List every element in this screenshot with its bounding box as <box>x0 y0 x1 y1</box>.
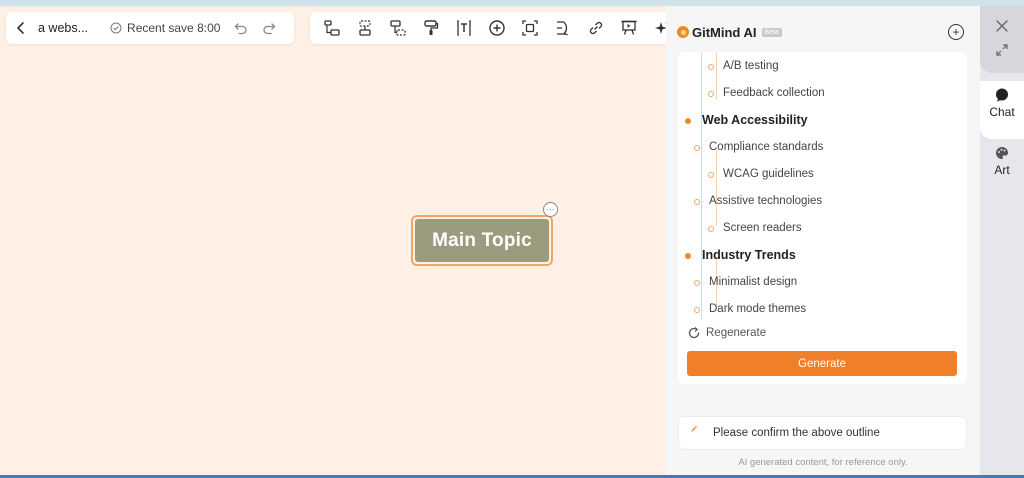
parent-node-tool[interactable] <box>388 18 408 38</box>
generate-button[interactable]: Generate <box>687 351 957 376</box>
present-tool[interactable] <box>619 18 639 38</box>
edit-toolbar <box>310 12 666 44</box>
ai-panel: GitMind AI Beta + A/B testing Feedback c… <box>666 6 980 475</box>
outline-item-text: Dark mode themes <box>709 303 807 315</box>
side-rail: Chat Art <box>980 6 1024 475</box>
ai-panel-header: GitMind AI Beta + <box>666 6 980 58</box>
outline-item[interactable]: Industry Trends <box>685 248 796 262</box>
link-icon <box>589 21 603 35</box>
check-circle-icon <box>110 22 122 34</box>
outline-item[interactable]: Compliance standards <box>694 141 823 153</box>
outline-item-text: Web Accessibility <box>702 113 808 127</box>
outline-bullet-icon <box>708 172 714 178</box>
outline-item-text: WCAG guidelines <box>723 168 814 180</box>
outline-item[interactable]: Minimalist design <box>694 276 797 288</box>
save-status: Recent save 8:00 <box>110 21 220 35</box>
node-more-button[interactable]: ··· <box>543 202 558 217</box>
back-button[interactable] <box>16 20 26 36</box>
plus-circle-icon <box>489 20 505 36</box>
text-icon <box>457 20 471 36</box>
child-node-tool[interactable] <box>355 18 375 38</box>
mindmap-canvas[interactable] <box>0 6 666 475</box>
outline-item-text: Compliance standards <box>709 141 824 153</box>
outline-bullet-icon <box>694 307 700 313</box>
link-tool[interactable] <box>586 18 606 38</box>
more-dots-icon: ··· <box>546 204 555 214</box>
outline-item[interactable]: Screen readers <box>708 222 802 234</box>
ai-magic-tool[interactable] <box>652 18 666 38</box>
parent-node-icon <box>390 20 406 36</box>
outline-list[interactable]: A/B testing Feedback collection Web Acce… <box>678 52 967 320</box>
sibling-node-tool[interactable] <box>322 18 342 38</box>
outline-bullet-icon <box>708 226 714 232</box>
outline-item-text: Minimalist design <box>709 276 798 288</box>
undo-button[interactable] <box>234 19 248 37</box>
regenerate-label: Regenerate <box>706 327 767 339</box>
outline-guide-l2 <box>716 150 717 226</box>
outline-item[interactable]: Web Accessibility <box>685 113 808 127</box>
main-topic-node[interactable]: Main Topic <box>411 215 553 266</box>
gitmind-logo-icon <box>677 26 689 38</box>
outline-card: A/B testing Feedback collection Web Acce… <box>678 52 967 384</box>
text-tool[interactable] <box>454 18 474 38</box>
outline-item-text: Industry Trends <box>702 248 796 262</box>
redo-button[interactable] <box>262 19 276 37</box>
outline-item[interactable]: WCAG guidelines <box>708 168 814 180</box>
palette-icon <box>996 147 1008 159</box>
confirm-message: Please confirm the above outline <box>678 416 967 450</box>
outline-item-text: Screen readers <box>723 222 802 234</box>
outline-item[interactable]: Assistive technologies <box>694 195 822 207</box>
plus-icon: + <box>952 25 960 39</box>
outline-bullet-icon <box>685 118 691 124</box>
frame-icon <box>522 20 538 36</box>
outline-item[interactable]: Dark mode themes <box>694 303 806 315</box>
outline-item-text: A/B testing <box>723 60 779 72</box>
regenerate-button[interactable]: Regenerate <box>688 327 766 339</box>
outline-item-text: Assistive technologies <box>709 195 823 207</box>
beta-badge: Beta <box>761 27 782 37</box>
paint-roller-icon <box>424 20 439 35</box>
outline-bullet-icon <box>708 91 714 97</box>
main-topic-label: Main Topic <box>415 219 549 262</box>
outline-bullet-icon <box>694 199 700 205</box>
outline-bullet-icon <box>694 145 700 151</box>
summary-tool[interactable] <box>520 18 540 38</box>
expand-icon[interactable] <box>996 44 1008 56</box>
save-status-text: Recent save 8:00 <box>127 21 221 35</box>
close-icon[interactable] <box>995 19 1009 33</box>
rail-tab-chat-label: Chat <box>989 105 1015 119</box>
ai-disclaimer: AI generated content, for reference only… <box>738 457 908 468</box>
rail-tab-chat[interactable]: Chat <box>980 81 1024 139</box>
outline-item-text: Feedback collection <box>723 87 825 99</box>
sibling-node-icon <box>324 20 340 36</box>
outline-bullet-icon <box>694 280 700 286</box>
rail-window-controls <box>980 6 1024 73</box>
format-painter-tool[interactable] <box>421 18 441 38</box>
outline-bullet-icon <box>685 253 691 259</box>
document-title[interactable]: a webs... <box>38 21 88 35</box>
rail-tab-art-label: Art <box>994 163 1010 177</box>
chat-icon <box>996 88 1008 102</box>
pencil-icon <box>691 425 698 432</box>
relation-arrow-icon <box>557 21 568 36</box>
child-node-icon <box>359 20 371 36</box>
outline-bullet-icon <box>708 64 714 70</box>
outline-item[interactable]: Feedback collection <box>708 87 825 99</box>
redo-icon <box>263 23 276 35</box>
insert-tool[interactable] <box>487 18 507 38</box>
confirm-message-text: Please confirm the above outline <box>713 427 880 439</box>
ai-panel-title: GitMind AI <box>692 24 757 40</box>
relationship-tool[interactable] <box>553 18 573 38</box>
chevron-left-icon <box>17 22 24 34</box>
new-chat-button[interactable]: + <box>948 24 964 40</box>
rail-tab-art[interactable]: Art <box>980 146 1024 194</box>
undo-icon <box>235 23 248 35</box>
outline-item[interactable]: A/B testing <box>708 60 779 72</box>
presentation-icon <box>621 20 637 35</box>
refresh-icon <box>688 327 700 339</box>
nav-panel: a webs... Recent save 8:00 <box>6 12 294 44</box>
sparkle-icon <box>655 22 666 34</box>
